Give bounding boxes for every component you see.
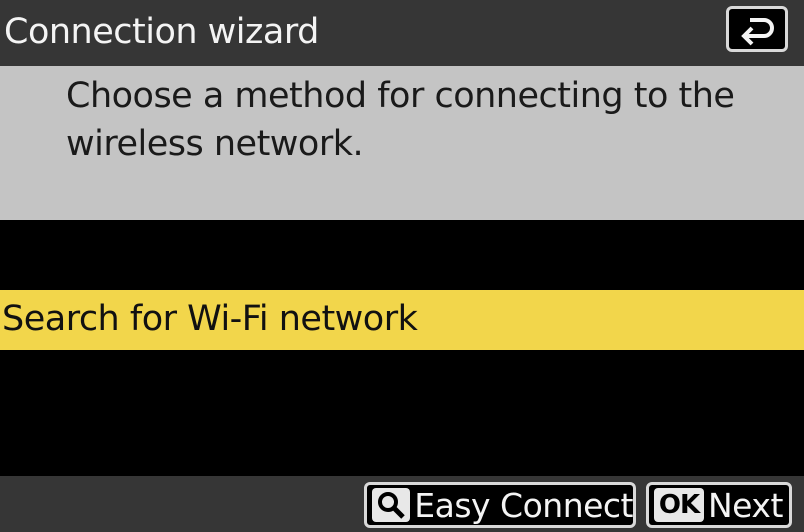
page-title: Connection wizard bbox=[4, 12, 319, 52]
ok-key-icon: OK bbox=[654, 488, 704, 522]
instruction-text: Choose a method for connecting to the wi… bbox=[66, 76, 735, 164]
next-label: Next bbox=[708, 485, 783, 525]
next-button[interactable]: OK Next bbox=[646, 482, 792, 528]
menu-item-label: Search for Wi-Fi network bbox=[2, 299, 418, 339]
zoom-magnifier-icon bbox=[372, 488, 411, 522]
title-bar: Connection wizard bbox=[0, 0, 804, 66]
menu-item-search-wifi[interactable]: Search for Wi-Fi network bbox=[0, 290, 804, 350]
camera-screen: Connection wizard Choose a method for co… bbox=[0, 0, 804, 532]
easy-connect-label: Easy Connect bbox=[414, 485, 633, 525]
instruction-panel: Choose a method for connecting to the wi… bbox=[0, 66, 804, 220]
return-arrow-icon bbox=[741, 18, 774, 46]
back-button[interactable] bbox=[726, 6, 788, 52]
easy-connect-button[interactable]: Easy Connect bbox=[364, 482, 636, 528]
footer: Easy Connect OK Next bbox=[0, 476, 804, 532]
